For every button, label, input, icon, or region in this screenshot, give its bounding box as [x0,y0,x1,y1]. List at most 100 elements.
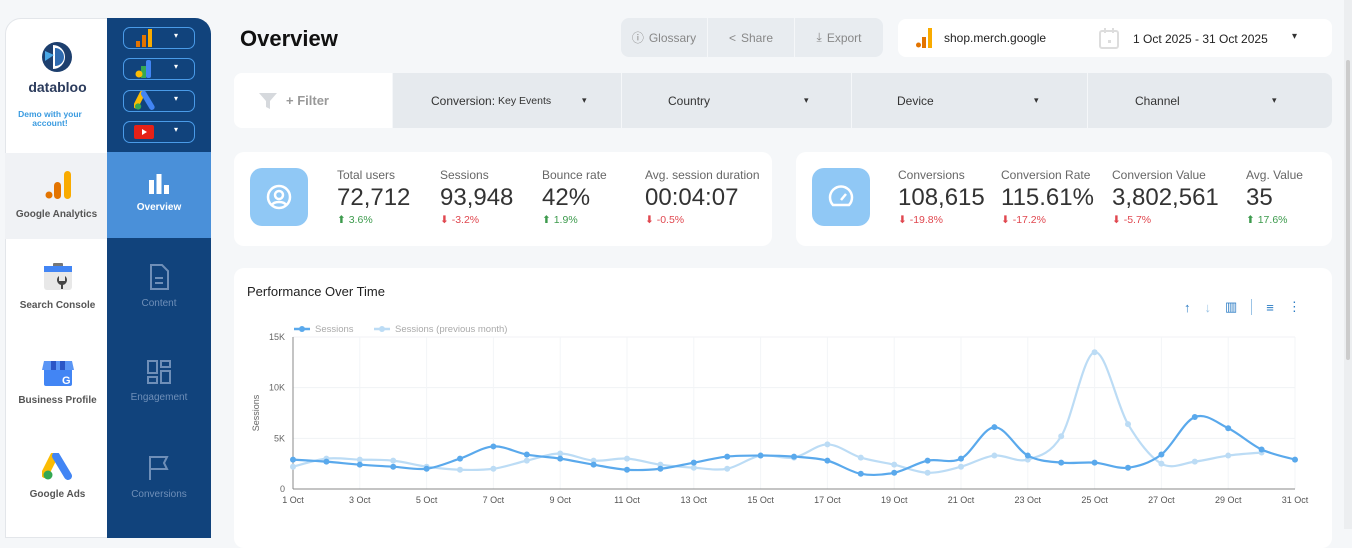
kpi-avg-value: Avg. Value 35 ⬆ 17.6% [1246,168,1303,226]
data-point [290,456,296,463]
google-analytics-icon [136,29,152,47]
x-tick-label: 15 Oct [747,495,774,505]
kpi-sessions: Sessions 93,948 ⬇ -3.2% [440,168,513,226]
filter-label: Device [897,93,934,108]
export-button[interactable]: ⤓ Export [795,18,883,57]
demo-note[interactable]: Demo with your account! [14,110,86,128]
kpi-value: 42% [542,184,591,211]
data-point [724,453,731,460]
x-tick-label: 23 Oct [1015,495,1042,505]
google-analytics-icon [916,28,932,48]
date-range-selector[interactable]: 1 Oct 2025 - 31 Oct 2025 [1133,32,1268,46]
kpi-change: 3.6% [348,214,373,226]
nav-content[interactable]: Content [107,264,211,309]
kpi-total-users: Total users 72,712 ⬆ 3.6% [337,168,410,226]
data-point [390,463,397,470]
add-filter-button[interactable]: + Filter [234,73,392,128]
data-point [991,424,998,431]
chevron-down-icon[interactable]: ▾ [1292,31,1297,42]
toolbar: ⓘ Glossary < Share ⤓ Export [621,18,883,57]
calendar-icon [1099,28,1119,49]
arrow-down-icon: ⬇ [440,214,452,226]
property-selector[interactable]: shop.merch.google [944,31,1046,45]
x-tick-label: 1 Oct [282,495,304,505]
source-selector-ads[interactable]: ▾ [123,90,195,112]
arrow-up-icon: ⬆ [1246,214,1258,226]
data-point [523,451,530,458]
data-point [490,465,497,472]
kpi-change: 1.9% [553,214,578,226]
data-point [1191,414,1198,421]
x-tick-label: 13 Oct [681,495,708,505]
legend-label: Sessions (previous month) [395,324,507,335]
series-line-sessions [292,414,1296,477]
data-point [590,461,597,468]
source-search-console[interactable]: Search Console [6,262,109,311]
kpi-change: 17.6% [1257,214,1288,226]
nav-conversions[interactable]: Conversions [107,455,211,500]
filter-label: Channel [1135,93,1180,108]
flag-icon [149,456,169,480]
arrow-up-icon: ⬆ [542,214,554,226]
chevron-down-icon: ▾ [1034,95,1039,105]
source-selector-analytics[interactable]: ▾ [123,27,195,49]
country-filter[interactable]: Country ▾ [622,73,851,128]
data-point [1292,456,1298,463]
svg-text:G: G [62,375,71,387]
data-point [290,463,296,470]
source-google-analytics[interactable]: Google Analytics [5,153,108,239]
kpi-avg-session-duration: Avg. session duration 00:04:07 ⬇ -0.5% [645,168,760,226]
kpi-change: -0.5% [656,214,685,226]
kpi-label: Avg. session duration [645,168,760,182]
google-ads-icon [134,91,155,110]
data-point [1225,425,1232,432]
share-label: Share [740,30,774,45]
kpi-value: 72,712 [337,184,411,211]
nav-engagement[interactable]: Engagement [107,360,211,403]
data-point [1058,459,1065,466]
source-label: Business Profile [18,395,97,406]
source-google-ads[interactable]: Google Ads [6,453,109,500]
arrow-down-icon: ⬇ [1001,214,1013,226]
source-selector-youtube[interactable]: ▾ [123,121,195,143]
data-point [958,463,964,470]
device-filter[interactable]: Device ▾ [852,73,1087,128]
channel-filter[interactable]: Channel ▾ [1088,73,1332,128]
nav-label: Engagement [130,392,188,403]
source-selector-looker[interactable]: ▾ [123,58,195,80]
arrow-down-icon: ⬇ [1112,214,1124,226]
y-axis-label: Sessions [251,394,261,431]
data-point [924,469,931,476]
data-point [390,457,397,464]
data-point [624,455,630,462]
kpi-value: 35 [1246,184,1273,211]
source-label: Google Ads [29,489,86,500]
kpi-value: 3,802,561 [1112,184,1219,211]
data-point [1091,349,1098,356]
glossary-button[interactable]: ⓘ Glossary [621,18,708,57]
info-icon: ⓘ [631,31,644,45]
data-point [423,465,430,472]
data-point [557,455,564,462]
kpi-change: -3.2% [451,214,480,226]
share-button[interactable]: < Share [708,18,795,57]
data-point [490,443,497,450]
data-point [757,452,764,459]
filter-label: Conversion: [431,93,496,108]
data-point [1158,451,1165,458]
data-point [690,459,697,466]
x-tick-label: 27 Oct [1148,495,1175,505]
conversion-filter[interactable]: Conversion: Key Events ▾ [393,73,621,128]
kpi-value: 115.61% [1001,184,1094,211]
kpi-label: Avg. Value [1246,168,1303,182]
nav-overview[interactable]: Overview [107,152,211,238]
data-point [724,465,731,472]
source-business-profile[interactable]: G Business Profile [6,359,109,406]
data-point [1258,446,1265,453]
source-panel: databloo Demo with your account! Google … [5,18,108,538]
y-tick-label: 10K [269,383,285,393]
page-scrollbar[interactable] [1344,0,1352,529]
x-tick-label: 29 Oct [1215,495,1242,505]
bar-chart-icon [149,174,169,194]
chevron-down-icon: ▾ [1272,95,1277,105]
